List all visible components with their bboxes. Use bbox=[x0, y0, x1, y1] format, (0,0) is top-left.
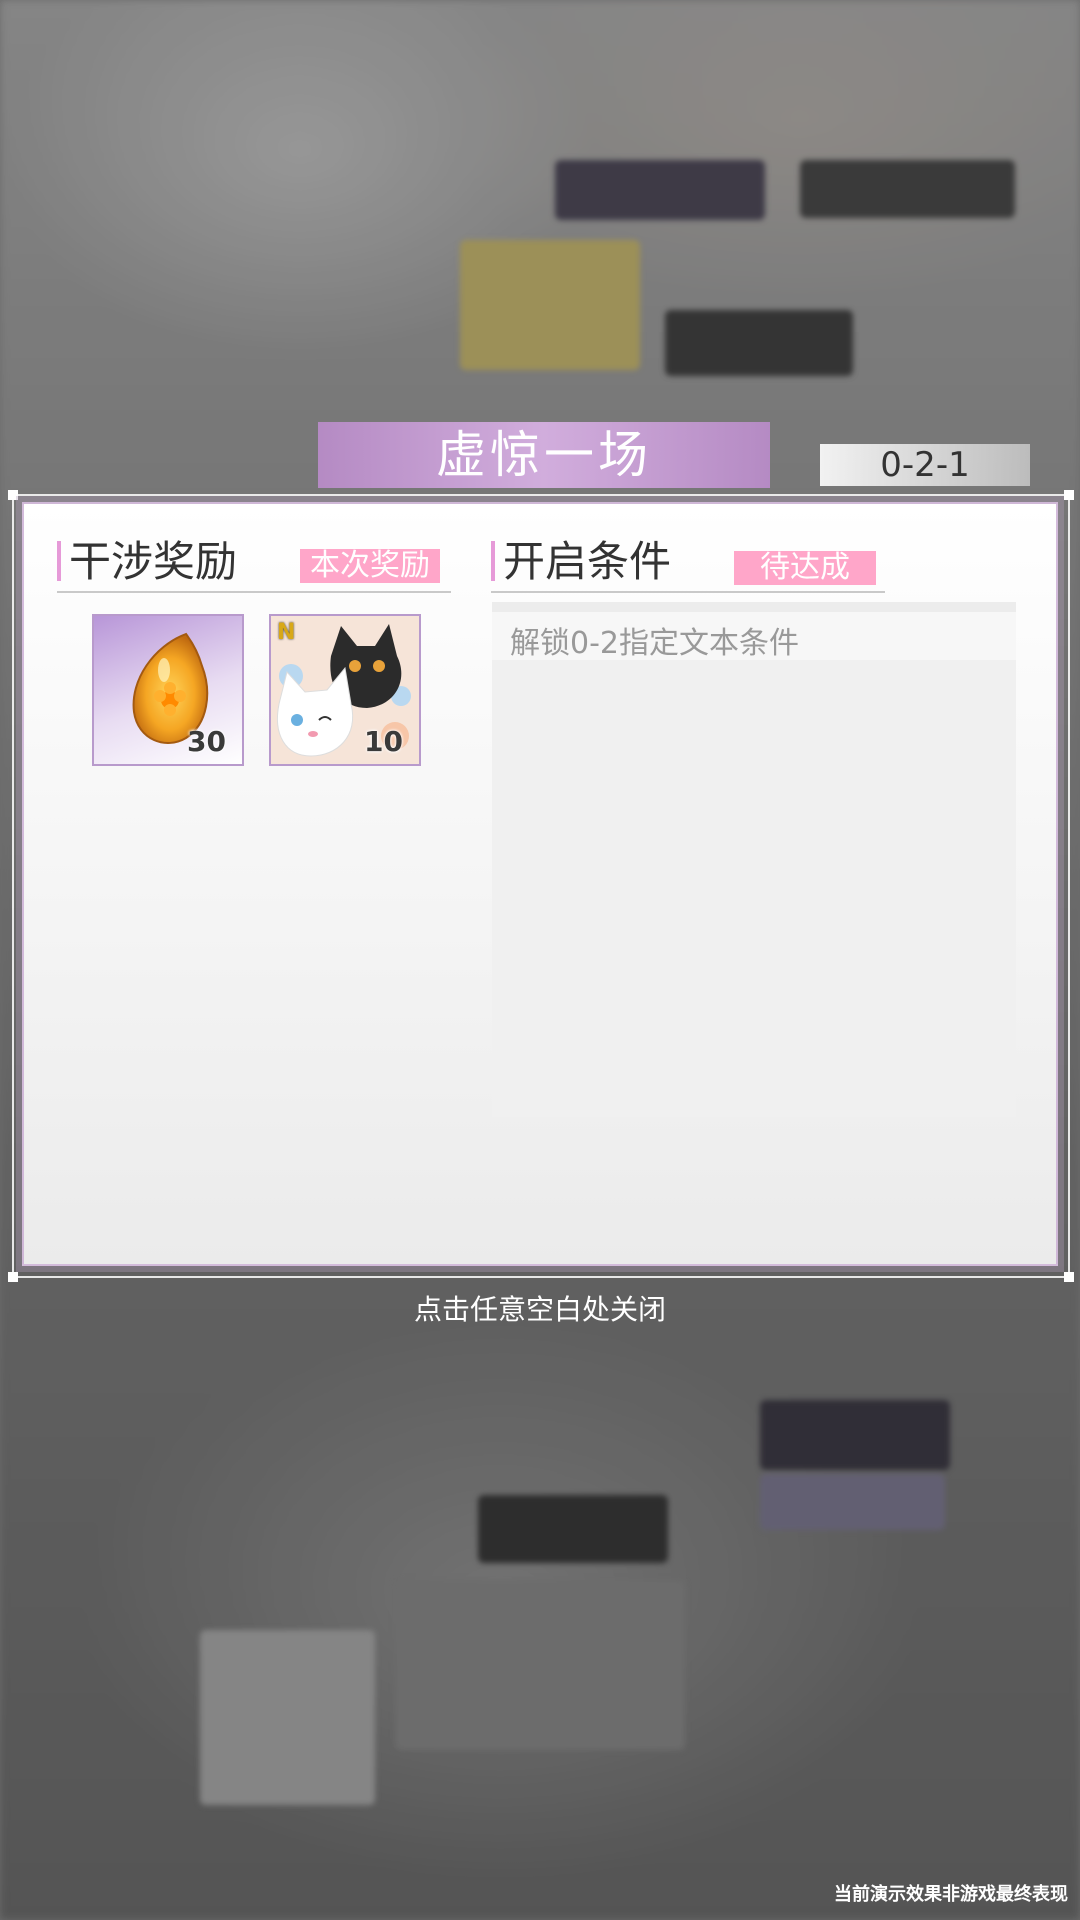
rewards-heading: 干涉奖励 bbox=[69, 537, 238, 586]
conditions-list: 解锁0-2指定文本条件 bbox=[492, 602, 1016, 1117]
section-divider bbox=[57, 591, 451, 593]
frame-corner bbox=[1064, 1272, 1074, 1282]
demo-disclaimer: 当前演示效果非游戏最终表现 bbox=[834, 1884, 1068, 1905]
frame-corner bbox=[1064, 490, 1074, 500]
reward-item[interactable]: 30 bbox=[92, 614, 244, 766]
section-accent-bar bbox=[491, 541, 495, 581]
frame-corner bbox=[8, 1272, 18, 1282]
conditions-heading: 开启条件 bbox=[503, 537, 672, 586]
item-count: 10 bbox=[364, 725, 403, 758]
conditions-header: 开启条件 待达成 bbox=[491, 537, 885, 593]
rewards-header: 干涉奖励 本次奖励 bbox=[57, 537, 451, 593]
stage-code-badge: 0-2-1 bbox=[820, 444, 1030, 486]
dialog-title: 虚惊一场 bbox=[318, 422, 770, 488]
section-accent-bar bbox=[57, 541, 61, 581]
frame-corner bbox=[8, 490, 18, 500]
condition-item: 解锁0-2指定文本条件 bbox=[492, 602, 1016, 661]
conditions-tag: 待达成 bbox=[734, 551, 876, 585]
condition-text: 解锁0-2指定文本条件 bbox=[510, 626, 799, 661]
rewards-tag: 本次奖励 bbox=[300, 549, 440, 583]
section-divider bbox=[491, 591, 885, 593]
reward-item[interactable]: N 10 bbox=[269, 614, 421, 766]
item-count: 30 bbox=[187, 725, 226, 758]
close-hint: 点击任意空白处关闭 bbox=[413, 1293, 666, 1326]
rarity-badge: N bbox=[277, 620, 296, 645]
